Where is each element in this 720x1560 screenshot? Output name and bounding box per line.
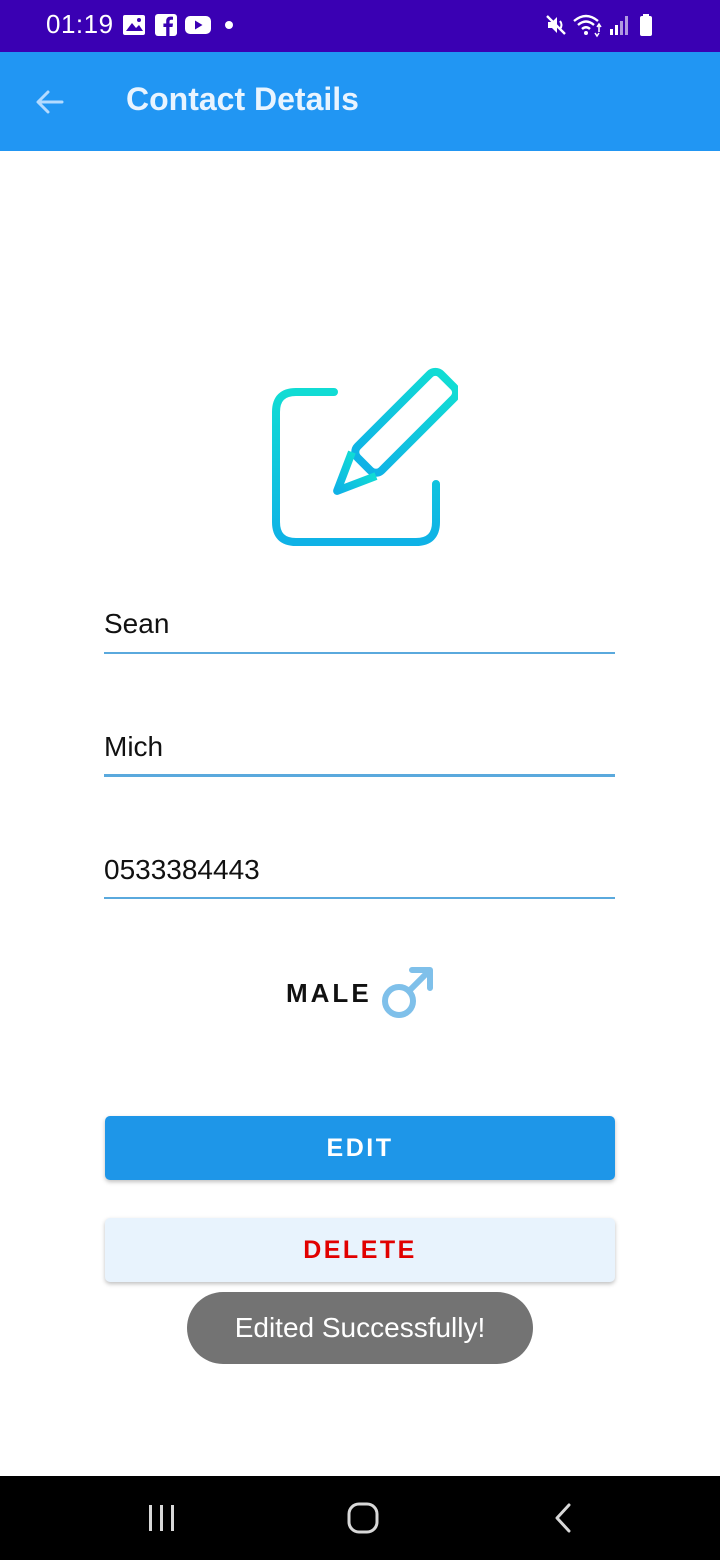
toast-message: Edited Successfully! <box>187 1292 533 1364</box>
delete-button-label: DELETE <box>303 1235 417 1264</box>
gender-label: MALE <box>286 978 372 1008</box>
mute-icon <box>546 15 566 35</box>
status-bar: 01:19 <box>0 0 720 52</box>
edit-icon <box>272 367 458 546</box>
last-name-underline <box>104 774 615 777</box>
nav-back-button[interactable] <box>534 1494 594 1542</box>
first-name-field[interactable] <box>104 598 615 650</box>
status-time: 01:19 <box>46 9 114 39</box>
status-system-icons <box>544 12 676 40</box>
edit-button[interactable]: EDIT <box>105 1116 615 1180</box>
facebook-icon <box>155 14 177 36</box>
battery-icon <box>640 14 652 36</box>
image-icon <box>123 15 145 35</box>
back-button[interactable] <box>22 74 78 130</box>
app-bar: Contact Details <box>0 52 720 151</box>
recent-apps-icon <box>149 1505 174 1531</box>
youtube-icon <box>185 16 211 34</box>
home-button[interactable] <box>333 1494 393 1542</box>
system-nav-bar <box>0 1476 720 1560</box>
last-name-field[interactable] <box>104 721 615 773</box>
phone-field[interactable] <box>104 844 615 896</box>
back-icon <box>555 1503 571 1533</box>
male-symbol-icon[interactable] <box>378 964 436 1022</box>
arrow-left-icon <box>36 90 64 114</box>
wifi-icon <box>573 14 602 38</box>
page-title: Contact Details <box>126 81 359 117</box>
phone-underline <box>104 897 615 899</box>
first-name-underline <box>104 652 615 654</box>
dot-icon <box>225 21 233 29</box>
home-icon <box>347 1502 379 1534</box>
signal-icon <box>610 16 628 35</box>
toast-text: Edited Successfully! <box>234 1312 486 1343</box>
edit-button-label: EDIT <box>326 1133 394 1162</box>
delete-button[interactable]: DELETE <box>105 1218 615 1282</box>
recent-apps-button[interactable] <box>132 1494 192 1542</box>
